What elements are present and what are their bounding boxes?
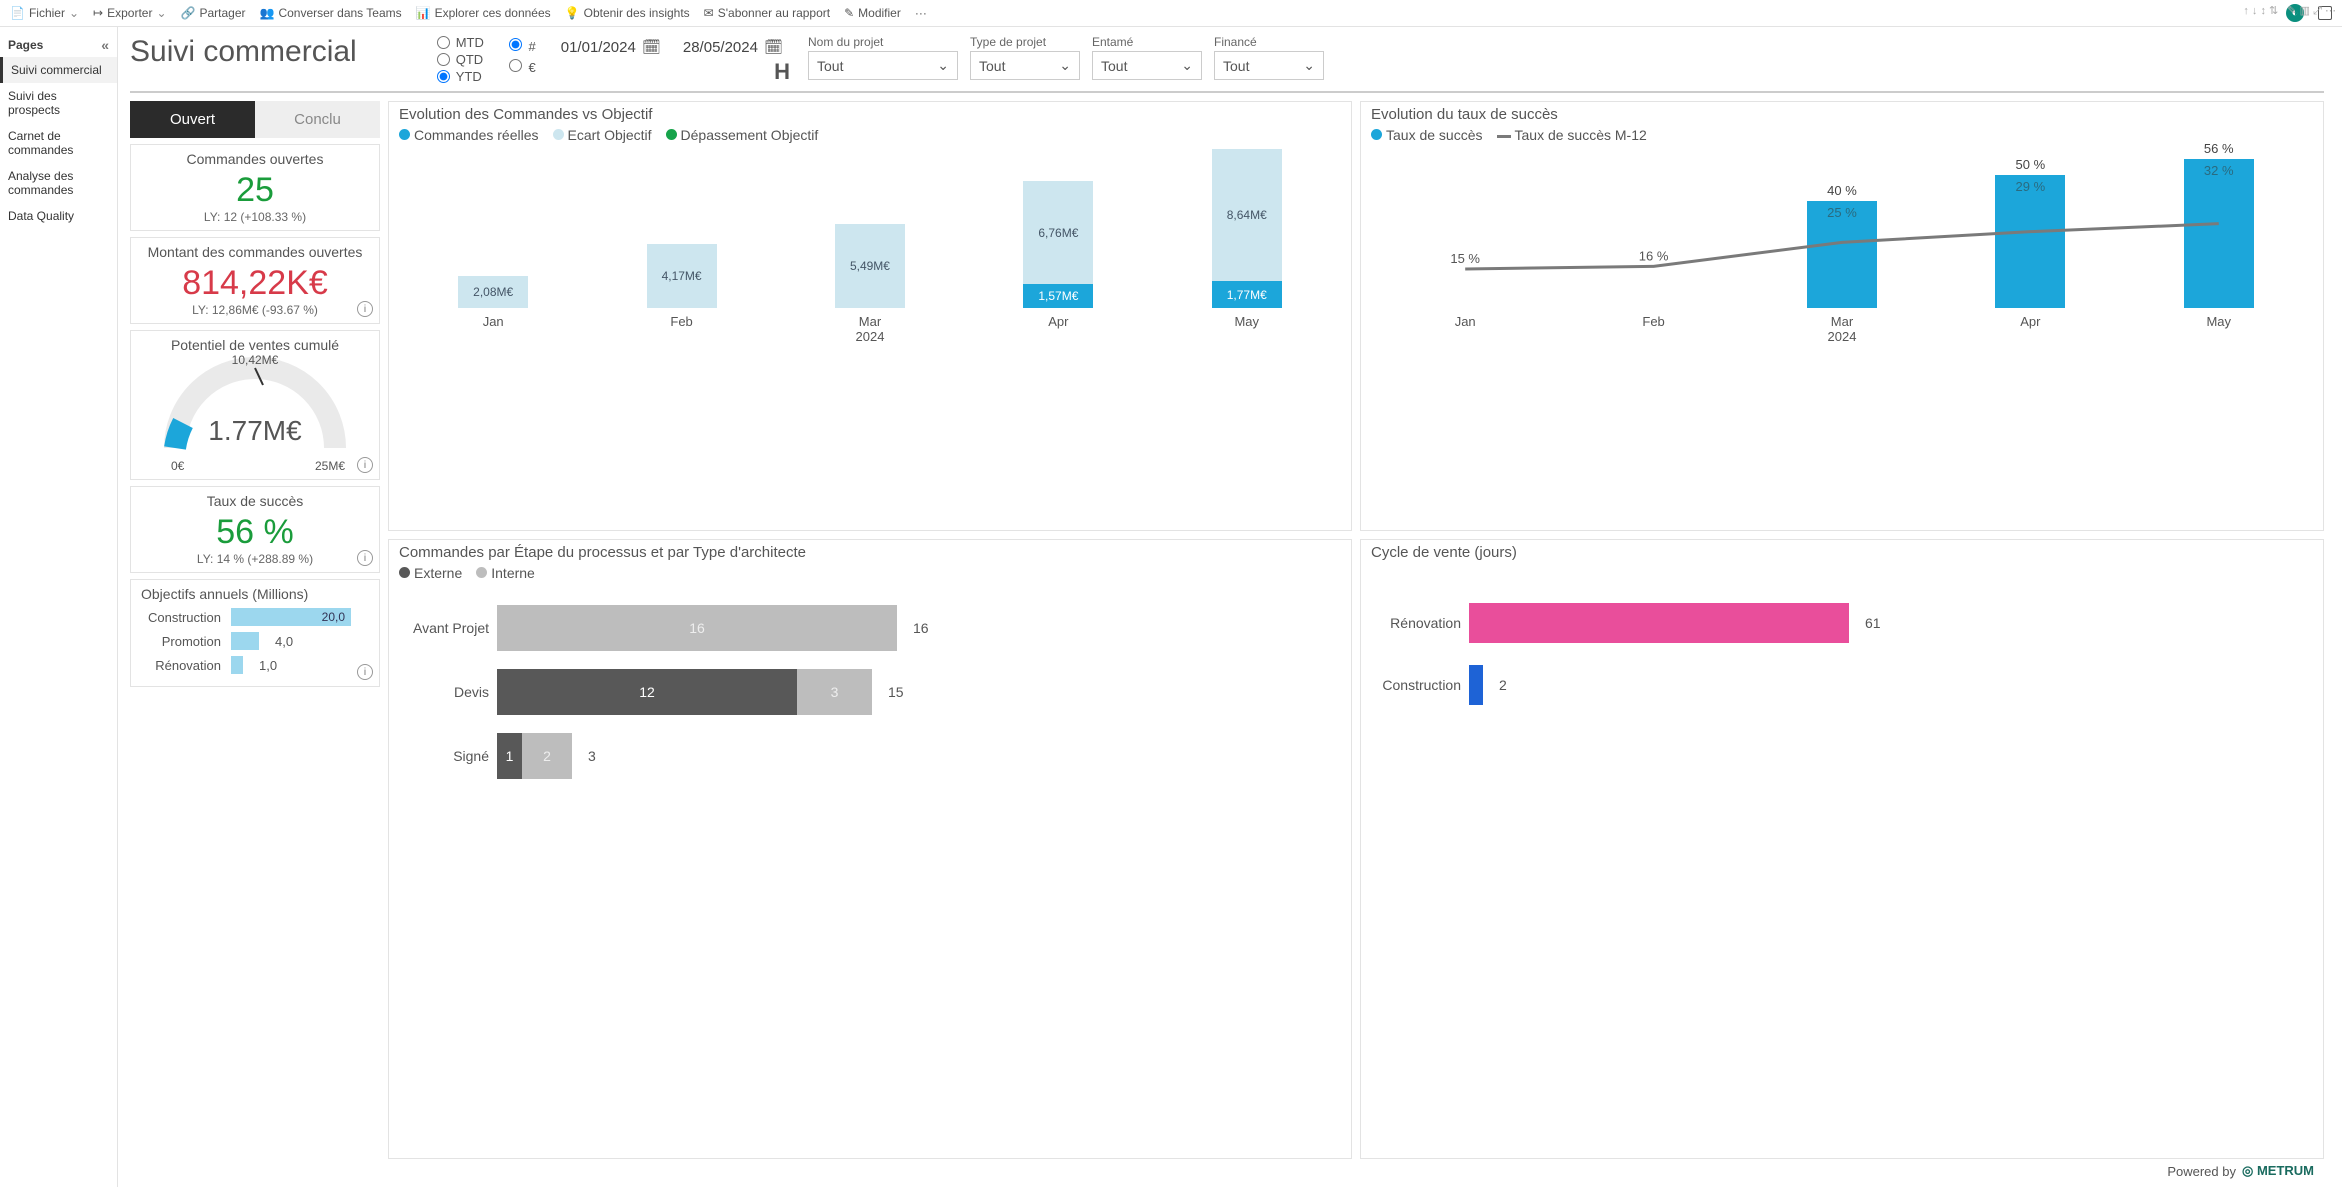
chevron-down-icon: ⌄ [1181, 57, 1193, 74]
teams-button[interactable]: 👥 Converser dans Teams [260, 6, 402, 20]
filter-type-projet[interactable]: Tout⌄ [970, 51, 1080, 80]
more-menu[interactable]: ··· [915, 6, 927, 20]
nav-data-quality[interactable]: Data Quality [0, 203, 117, 229]
tab-conclu[interactable]: Conclu [255, 101, 380, 138]
kpi-success: Taux de succès 56 % LY: 14 % (+288.89 %)… [130, 486, 380, 573]
tab-ouvert[interactable]: Ouvert [130, 101, 255, 138]
filter-entame[interactable]: Tout⌄ [1092, 51, 1202, 80]
pages-sidebar: Pages « Suivi commercial Suivi des prosp… [0, 27, 118, 1187]
filter-label: Nom du projet [808, 35, 958, 49]
brand-logo: ◎ METRUM [2242, 1163, 2314, 1179]
objectives-card: Objectifs annuels (Millions) Constructio… [130, 579, 380, 687]
nav-suivi-prospects[interactable]: Suivi des prospects [0, 83, 117, 123]
subscribe-button[interactable]: ✉ S'abonner au rapport [704, 6, 830, 20]
chevron-down-icon: ⌄ [937, 57, 949, 74]
nav-carnet-commandes[interactable]: Carnet de commandes [0, 123, 117, 163]
chart-orders-vs-target[interactable]: ↑ ↓ ↕ ⇅ ✎ ▥ ⤢ ⋯ Evolution des Commandes … [388, 101, 1352, 531]
nav-suivi-commercial[interactable]: Suivi commercial [0, 57, 117, 83]
radio-ytd[interactable]: YTD [437, 69, 484, 84]
unit-radio-group: # € [504, 35, 536, 75]
info-icon[interactable]: i [357, 457, 373, 473]
nav-analyse-commandes[interactable]: Analyse des commandes [0, 163, 117, 203]
powered-by-label: Powered by [2167, 1164, 2236, 1179]
filter-nom-projet[interactable]: Tout⌄ [808, 51, 958, 80]
calendar-icon: 🗓 [642, 38, 661, 56]
page-title: Suivi commercial [130, 35, 357, 69]
radio-qtd[interactable]: QTD [437, 52, 484, 67]
date-from-input[interactable]: 01/01/2024 🗓 [556, 35, 666, 59]
action-bar: 📄 Fichier ⌄ ↦ Exporter ⌄ 🔗 Partager 👥 Co… [0, 0, 2342, 27]
radio-mtd[interactable]: MTD [437, 35, 484, 50]
collapse-sidebar-icon[interactable]: « [101, 37, 109, 53]
filter-label: Type de projet [970, 35, 1080, 49]
kpi-potential: Potentiel de ventes cumulé 10,42M€ 1.77M… [130, 330, 380, 480]
period-radio-group: MTD QTD YTD [437, 35, 484, 84]
reset-icon[interactable]: H [774, 59, 788, 84]
file-menu[interactable]: 📄 Fichier ⌄ [10, 6, 79, 20]
chart-sales-cycle[interactable]: Cycle de vente (jours) Rénovation61Const… [1360, 539, 2324, 1159]
insights-button[interactable]: 💡 Obtenir des insights [565, 6, 690, 20]
chevron-down-icon: ⌄ [1059, 57, 1071, 74]
export-menu[interactable]: ↦ Exporter ⌄ [93, 6, 166, 20]
radio-count[interactable]: # [504, 35, 536, 54]
sidebar-title: Pages [8, 38, 43, 52]
filter-label: Financé [1214, 35, 1324, 49]
share-button[interactable]: 🔗 Partager [181, 6, 246, 20]
chart-orders-by-stage[interactable]: Commandes par Étape du processus et par … [388, 539, 1352, 1159]
filter-label: Entamé [1092, 35, 1202, 49]
chart-success-rate[interactable]: Evolution du taux de succès Taux de succ… [1360, 101, 2324, 531]
radio-euro[interactable]: € [504, 56, 536, 75]
info-icon[interactable]: i [357, 664, 373, 680]
kpi-open-orders: Commandes ouvertes 25 LY: 12 (+108.33 %) [130, 144, 380, 231]
calendar-icon: 🗓 [764, 38, 783, 56]
info-icon[interactable]: i [357, 550, 373, 566]
date-to-input[interactable]: 28/05/2024 🗓 [678, 35, 788, 59]
kpi-open-amount: Montant des commandes ouvertes 814,22K€ … [130, 237, 380, 324]
status-tabs: Ouvert Conclu [130, 101, 380, 138]
chevron-down-icon: ⌄ [1303, 57, 1315, 74]
info-icon[interactable]: i [357, 301, 373, 317]
explore-button[interactable]: 📊 Explorer ces données [416, 6, 551, 20]
filter-finance[interactable]: Tout⌄ [1214, 51, 1324, 80]
edit-button[interactable]: ✎ Modifier [844, 6, 901, 20]
